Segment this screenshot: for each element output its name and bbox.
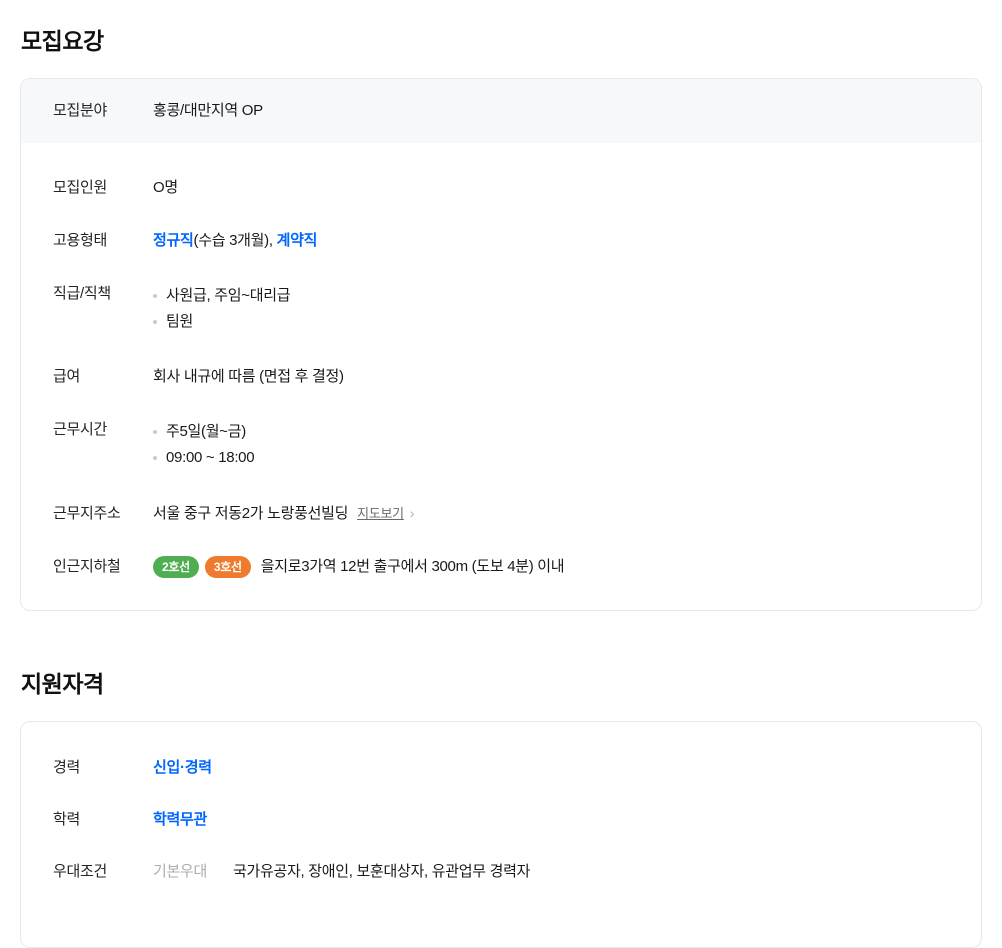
qualification-section-title: 지원자격 bbox=[21, 669, 982, 699]
working-hours-value: 주5일(월~금) 09:00 ~ 18:00 bbox=[153, 419, 254, 471]
headcount-value: O명 bbox=[153, 177, 178, 199]
education-value: 학력무관 bbox=[153, 809, 207, 831]
education-row: 학력 학력무관 bbox=[21, 809, 981, 831]
career-row: 경력 신입·경력 bbox=[21, 757, 981, 779]
nearby-subway-row: 인근지하철 2호선 3호선 을지로3가역 12번 출구에서 300m (도보 4분)… bbox=[21, 556, 981, 578]
working-hours-row: 근무시간 주5일(월~금) 09:00 ~ 18:00 bbox=[21, 419, 981, 471]
career-label: 경력 bbox=[53, 757, 153, 779]
position-list: 사원급, 주임~대리급 팀원 bbox=[153, 283, 290, 335]
working-hours-label: 근무시간 bbox=[53, 419, 153, 441]
employment-type-row: 고용형태 정규직(수습 3개월), 계약직 bbox=[21, 230, 981, 252]
preference-label: 우대조건 bbox=[53, 861, 153, 883]
subway-distance-text: 을지로3가역 12번 출구에서 300m (도보 4분) 이내 bbox=[261, 558, 565, 575]
salary-value: 회사 내규에 따름 (면접 후 결정) bbox=[153, 366, 344, 388]
recruitment-rows: 모집인원 O명 고용형태 정규직(수습 3개월), 계약직 직급/직책 사원급,… bbox=[21, 143, 981, 610]
salary-label: 급여 bbox=[53, 366, 153, 388]
position-label: 직급/직책 bbox=[53, 283, 153, 305]
employment-value: 정규직(수습 3개월), 계약직 bbox=[153, 230, 317, 252]
recruitment-info-box: 모집분야 홍콩/대만지역 OP 모집인원 O명 고용형태 정규직(수습 3개월)… bbox=[20, 78, 982, 611]
preference-value: 국가유공자, 장애인, 보훈대상자, 유관업무 경력자 bbox=[233, 861, 530, 883]
list-item: 팀원 bbox=[153, 309, 290, 335]
preference-row: 우대조건 기본우대 국가유공자, 장애인, 보훈대상자, 유관업무 경력자 bbox=[21, 861, 981, 883]
list-item: 사원급, 주임~대리급 bbox=[153, 283, 290, 309]
preference-tag: 기본우대 bbox=[153, 861, 233, 883]
job-detail-page: 모집요강 모집분야 홍콩/대만지역 OP 모집인원 O명 고용형태 정규직(수습… bbox=[0, 0, 1002, 948]
work-address-label: 근무지주소 bbox=[53, 503, 153, 525]
career-value: 신입·경력 bbox=[153, 757, 212, 779]
map-view-link[interactable]: 지도보기 bbox=[357, 506, 404, 521]
subway-line3-badge: 3호선 bbox=[205, 556, 251, 578]
chevron-right-icon: › bbox=[410, 505, 414, 521]
qualification-rows: 경력 신입·경력 학력 학력무관 우대조건 기본우대 국가유공자, 장애인, 보… bbox=[21, 722, 981, 947]
subway-line2-badge: 2호선 bbox=[153, 556, 199, 578]
salary-row: 급여 회사 내규에 따름 (면접 후 결정) bbox=[21, 366, 981, 388]
qualification-info-box: 경력 신입·경력 학력 학력무관 우대조건 기본우대 국가유공자, 장애인, 보… bbox=[20, 721, 982, 948]
work-address-value: 서울 중구 저동2가 노랑풍선빌딩 지도보기 › bbox=[153, 502, 414, 525]
field-value: 홍콩/대만지역 OP bbox=[153, 100, 263, 122]
position-value: 사원급, 주임~대리급 팀원 bbox=[153, 283, 290, 335]
recruitment-section-title: 모집요강 bbox=[21, 26, 982, 56]
address-text: 서울 중구 저동2가 노랑풍선빌딩 bbox=[153, 505, 348, 522]
employment-type-regular: 정규직 bbox=[153, 232, 194, 249]
headcount-row: 모집인원 O명 bbox=[21, 177, 981, 199]
nearby-subway-label: 인근지하철 bbox=[53, 556, 153, 578]
field-label: 모집분야 bbox=[53, 100, 153, 122]
work-address-row: 근무지주소 서울 중구 저동2가 노랑풍선빌딩 지도보기 › bbox=[21, 502, 981, 525]
working-hours-list: 주5일(월~금) 09:00 ~ 18:00 bbox=[153, 419, 254, 471]
employment-probation: (수습 3개월), bbox=[194, 232, 277, 249]
qualification-section: 지원자격 경력 신입·경력 학력 학력무관 우대조건 기본우대 국가유공자, 장… bbox=[20, 669, 982, 948]
position-row: 직급/직책 사원급, 주임~대리급 팀원 bbox=[21, 283, 981, 335]
education-label: 학력 bbox=[53, 809, 153, 831]
headcount-label: 모집인원 bbox=[53, 177, 153, 199]
recruitment-field-row: 모집분야 홍콩/대만지역 OP bbox=[21, 79, 981, 143]
employment-type-contract: 계약직 bbox=[277, 232, 318, 249]
list-item: 09:00 ~ 18:00 bbox=[153, 445, 254, 471]
list-item: 주5일(월~금) bbox=[153, 419, 254, 445]
nearby-subway-value: 2호선 3호선 을지로3가역 12번 출구에서 300m (도보 4분) 이내 bbox=[153, 556, 564, 578]
employment-label: 고용형태 bbox=[53, 230, 153, 252]
